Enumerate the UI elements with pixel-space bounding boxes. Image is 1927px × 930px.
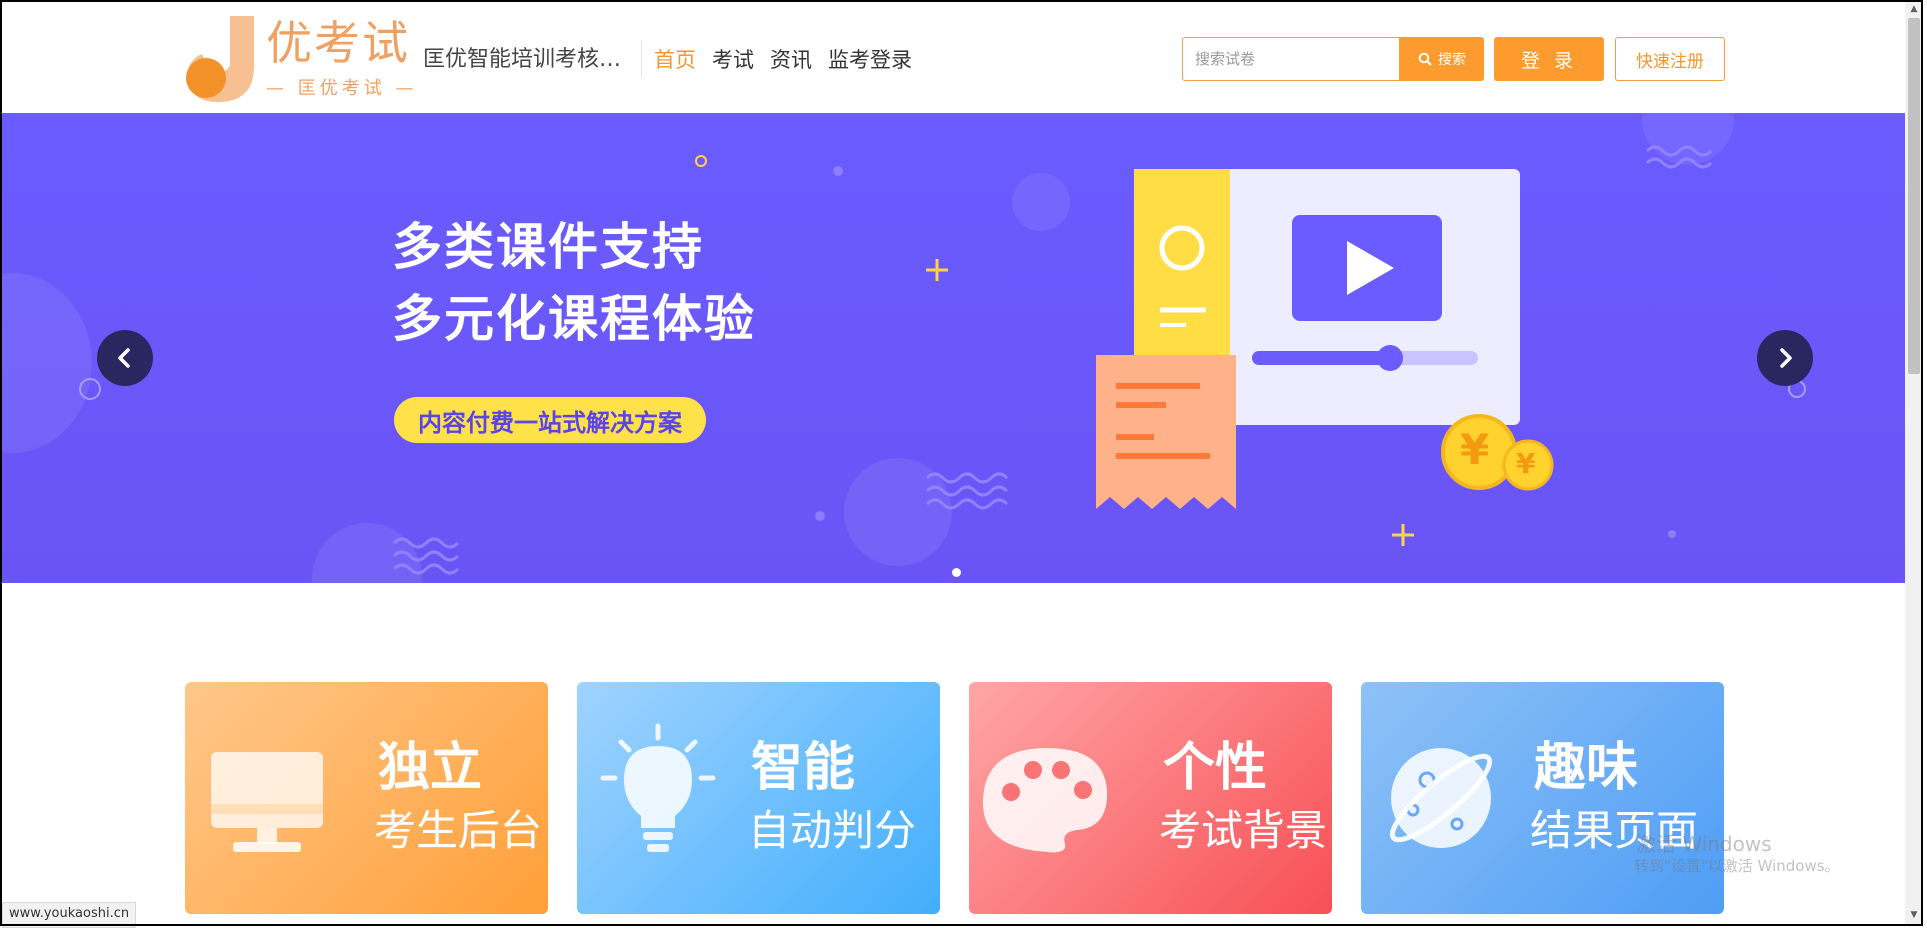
main-nav: 首页 考试 资讯 监考登录 xyxy=(654,44,912,76)
login-button[interactable]: 登 录 xyxy=(1494,37,1604,81)
hero-carousel: ¥ ¥ 多类课件支持 多元化课程体验 内容付费一站式解决方案 xyxy=(2,113,1907,583)
banner-title-line2: 多元化课程体验 xyxy=(392,290,756,348)
coin-large-symbol: ¥ xyxy=(1460,425,1490,474)
nav-divider xyxy=(641,40,642,78)
chevron-left-icon xyxy=(118,348,130,368)
lightbulb-icon xyxy=(600,723,716,852)
nav-proctor-login[interactable]: 监考登录 xyxy=(828,44,912,76)
windows-activation-watermark: 激活 Windows xyxy=(1636,832,1772,856)
feature-card-personal[interactable]: 个性 考试背景 xyxy=(969,682,1332,914)
monitor-icon xyxy=(211,752,323,852)
banner-title-line1: 多类课件支持 xyxy=(392,218,704,276)
top-header: 优考试 — 匡优考试 — 匡优智能培训考核… 首页 考试 资讯 监考登录 搜索 … xyxy=(0,0,1927,113)
feature-card-smart[interactable]: 智能 自动判分 xyxy=(577,682,940,914)
status-bar-url: www.youkaoshi.cn xyxy=(2,902,137,928)
search-button-label: 搜索 xyxy=(1438,52,1466,68)
carousel-dot[interactable] xyxy=(952,568,961,577)
banner-decorations xyxy=(79,145,1806,575)
card-title: 智能 xyxy=(751,738,856,798)
windows-activation-hint: 转到"设置"以激活 Windows。 xyxy=(1634,857,1840,875)
site-name: 匡优智能培训考核… xyxy=(423,47,622,72)
carousel-prev-button[interactable] xyxy=(97,330,153,386)
nav-home[interactable]: 首页 xyxy=(654,44,696,76)
card-subtitle: 自动判分 xyxy=(748,806,917,855)
search-icon xyxy=(1418,52,1432,66)
scroll-up-arrow-icon[interactable]: ▲ xyxy=(1905,0,1923,18)
logo-subtitle: — 匡优考试 — xyxy=(266,78,418,99)
feature-card-fun[interactable]: 趣味 结果页面 xyxy=(1361,682,1724,914)
nav-exam[interactable]: 考试 xyxy=(712,44,754,76)
register-button[interactable]: 快速注册 xyxy=(1615,37,1725,81)
card-subtitle: 考生后台 xyxy=(374,806,543,855)
card-title: 趣味 xyxy=(1534,738,1639,798)
planet-icon xyxy=(1389,748,1493,848)
feature-card-independent[interactable]: 独立 考生后台 xyxy=(185,682,548,914)
nav-news[interactable]: 资讯 xyxy=(770,44,812,76)
coin-small-symbol: ¥ xyxy=(1516,447,1536,480)
banner-pill[interactable]: 内容付费一站式解决方案 xyxy=(394,397,706,443)
page-scrollbar[interactable]: ▲ ▼ xyxy=(1905,0,1923,926)
banner-title: 多类课件支持 多元化课程体验 xyxy=(392,211,756,355)
palette-icon xyxy=(982,748,1108,853)
search-input[interactable] xyxy=(1182,37,1400,81)
logo-icon[interactable] xyxy=(184,14,256,104)
logo-text: 优考试 xyxy=(266,16,410,70)
carousel-next-button[interactable] xyxy=(1757,330,1813,386)
card-title: 独立 xyxy=(378,738,483,798)
search-button[interactable]: 搜索 xyxy=(1400,37,1484,81)
scroll-thumb[interactable] xyxy=(1908,18,1920,374)
chevron-right-icon xyxy=(1780,348,1792,368)
card-subtitle: 考试背景 xyxy=(1159,806,1328,855)
card-title: 个性 xyxy=(1163,738,1268,798)
scroll-down-arrow-icon[interactable]: ▼ xyxy=(1905,906,1923,924)
